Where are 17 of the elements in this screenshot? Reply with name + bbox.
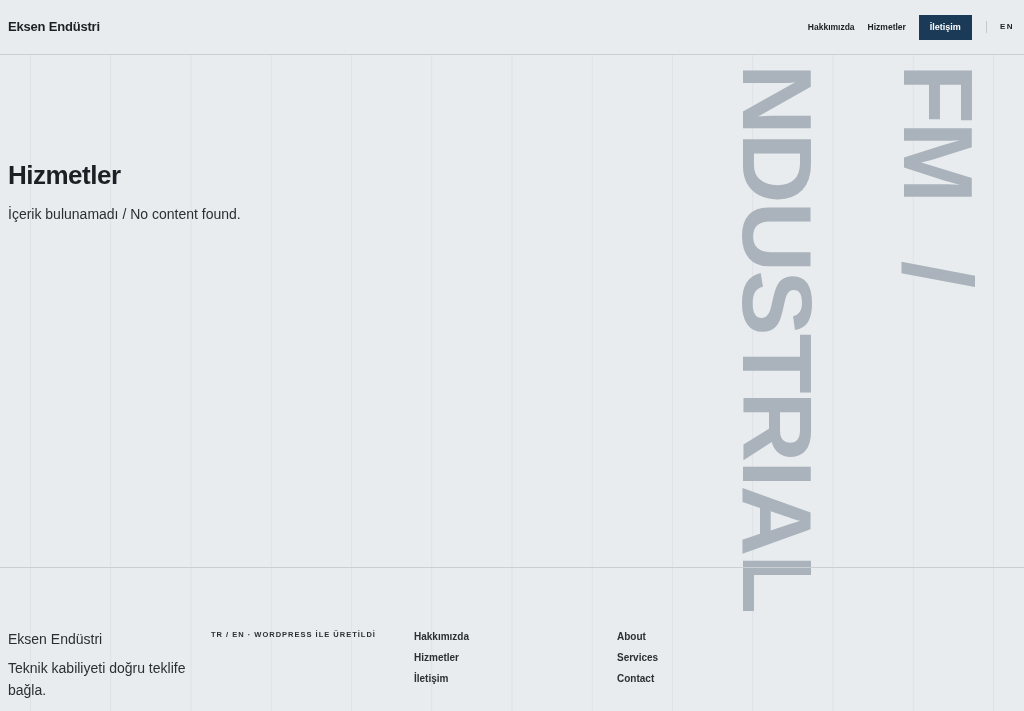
language-switch[interactable]: EN [999, 21, 1014, 33]
footer-link[interactable]: Hizmetler [414, 651, 459, 664]
footer-tagline: Teknik kabiliyeti doğru teklife bağla. [8, 659, 187, 700]
footer-brand: Eksen Endüstri [8, 630, 103, 648]
site-logo[interactable]: Eksen Endüstri [8, 17, 100, 37]
footer-link[interactable]: İletişim [414, 672, 449, 685]
empty-message: İçerik bulunamadı / No content found. [8, 205, 241, 223]
watermark-text: NDUSTRIAL [729, 64, 824, 613]
nav-link[interactable]: Hakkımızda [807, 20, 855, 34]
page-title: Hizmetler [8, 159, 121, 191]
footer-link[interactable]: Hakkımızda [414, 630, 470, 643]
footer-link[interactable]: Contact [617, 672, 655, 685]
contact-button[interactable]: İletişim [918, 14, 972, 40]
nav-link[interactable]: Hizmetler [867, 20, 906, 34]
watermark-text: FM / [890, 64, 985, 289]
footer-link[interactable]: Services [617, 651, 659, 664]
footer-link[interactable]: About [617, 630, 646, 643]
